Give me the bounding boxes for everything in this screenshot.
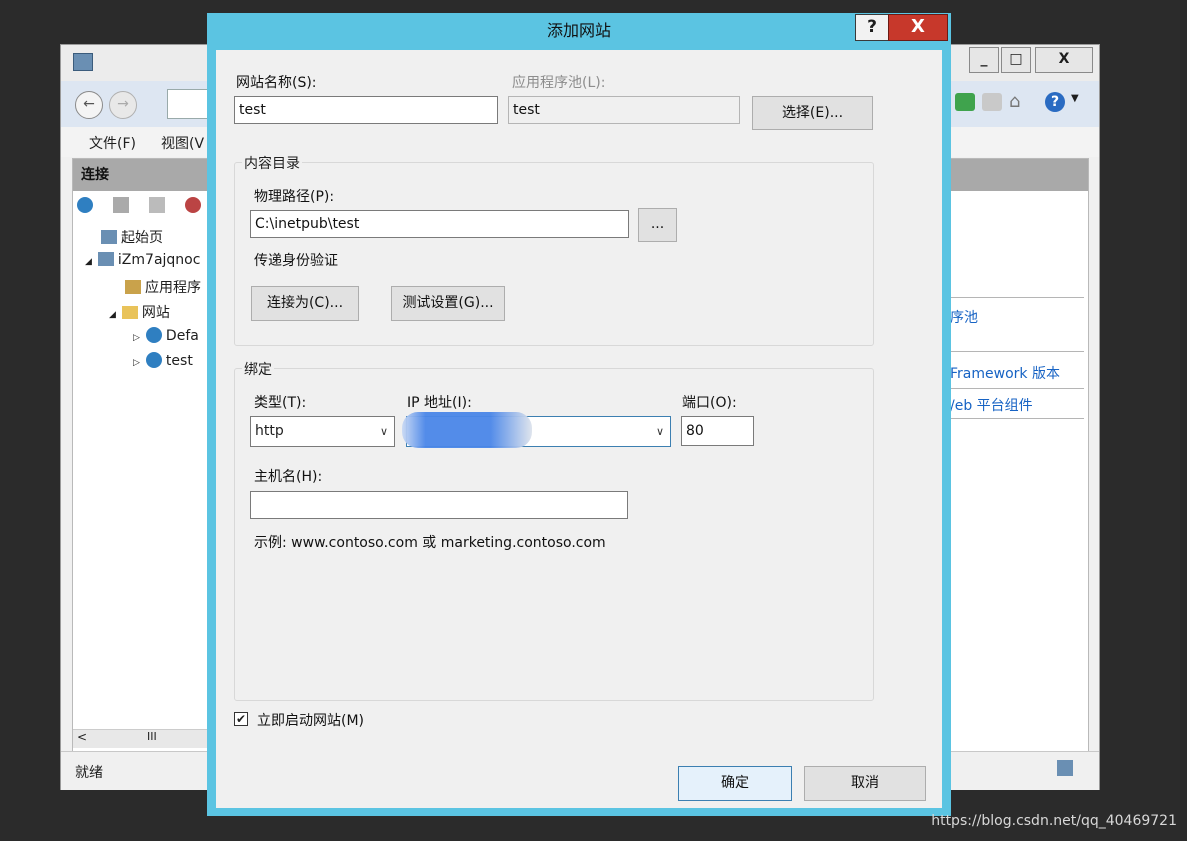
app-pool-icon [125, 280, 141, 294]
host-name-label: 主机名(H): [254, 469, 323, 485]
globe-icon [145, 352, 162, 368]
minimize-button[interactable]: _ [969, 47, 999, 73]
action-framework-version[interactable]: Framework 版本 [950, 363, 1060, 383]
status-text: 就绪 [75, 765, 103, 781]
host-name-input[interactable] [250, 491, 628, 519]
globe-icon[interactable] [77, 197, 93, 213]
passthrough-auth-label: 传递身份验证 [254, 253, 338, 269]
physical-path-label: 物理路径(P): [254, 189, 335, 205]
iis-app-icon [73, 53, 93, 71]
actions-panel: 序池 Framework 版本 /eb 平台组件 [949, 158, 1089, 770]
connect-as-button[interactable]: 连接为(C)... [251, 286, 359, 321]
action-web-platform[interactable]: /eb 平台组件 [950, 395, 1033, 415]
close-button[interactable]: X [888, 14, 948, 41]
type-label: 类型(T): [254, 395, 307, 411]
dialog-title: 添加网站 [546, 21, 611, 40]
window-close-button[interactable]: X [1035, 47, 1093, 73]
chevron-down-icon: ∨ [379, 425, 388, 438]
help-icon[interactable]: ? [1045, 92, 1065, 112]
back-arrow-icon[interactable]: ← [75, 91, 103, 119]
server-icon [1057, 760, 1073, 776]
ok-button[interactable]: 确定 [678, 766, 792, 801]
port-input[interactable] [681, 416, 754, 446]
connections-panel: 连接 起始页 ◢ iZm7ajqnoc 应用程序 ◢ 网站 ▷ Defa ▷ test … [72, 158, 214, 770]
cancel-button[interactable]: 取消 [804, 766, 926, 801]
globe-icon [145, 327, 162, 343]
scroll-thumb[interactable]: III [147, 730, 157, 743]
tree-item-app-pools[interactable]: 应用程序 [125, 277, 201, 297]
save-icon[interactable] [113, 197, 129, 213]
ip-address-label: IP 地址(I): [407, 395, 472, 411]
refresh-icon[interactable] [955, 93, 975, 111]
dialog-body: 网站名称(S): 应用程序池(L): 选择(E)... 内容目录 物理路径(P)… [216, 50, 942, 808]
browse-button[interactable]: ... [638, 208, 677, 242]
menu-file[interactable]: 文件(F) [89, 133, 136, 153]
start-now-checkbox[interactable]: ✔ [234, 712, 248, 726]
watermark: https://blog.csdn.net/qq_40469721 [931, 813, 1177, 829]
maximize-button[interactable]: □ [1001, 47, 1031, 73]
chevron-down-icon: ∨ [655, 425, 664, 438]
connections-toolbar [77, 195, 211, 217]
redacted-blur [402, 412, 532, 448]
expand-icon[interactable]: ◢ [85, 257, 92, 267]
start-now-label: 立即启动网站(M) [257, 713, 365, 729]
connections-header: 连接 [73, 159, 213, 191]
actions-header [950, 159, 1088, 191]
tree-item-default-site[interactable]: ▷ Defa [133, 327, 199, 344]
divider [950, 297, 1084, 298]
app-pool-label: 应用程序池(L): [512, 75, 606, 91]
folder-icon [121, 306, 138, 319]
scroll-left-icon[interactable]: < [77, 730, 87, 744]
select-app-pool-button[interactable]: 选择(E)... [752, 96, 873, 130]
site-name-label: 网站名称(S): [236, 75, 317, 91]
tree-item-sites[interactable]: ◢ 网站 [109, 302, 170, 322]
type-value: http [255, 423, 284, 439]
divider [950, 351, 1084, 352]
type-select[interactable]: http ∨ [250, 416, 395, 447]
disconnect-icon[interactable] [185, 197, 201, 213]
server-icon [101, 230, 117, 244]
collapse-icon[interactable]: ▷ [133, 333, 140, 343]
host-name-example: 示例: www.contoso.com 或 marketing.contoso.… [254, 535, 606, 551]
action-app-pools[interactable]: 序池 [950, 307, 978, 327]
app-pool-input [508, 96, 740, 124]
server-icon [97, 252, 114, 266]
test-settings-button[interactable]: 测试设置(G)... [391, 286, 505, 321]
physical-path-input[interactable] [250, 210, 629, 238]
tree-item-server[interactable]: ◢ iZm7ajqnoc [85, 252, 200, 268]
port-label: 端口(O): [682, 395, 737, 411]
expand-icon[interactable]: ◢ [109, 310, 116, 320]
tree-item-test-site[interactable]: ▷ test [133, 352, 193, 369]
stop-icon[interactable] [982, 93, 1002, 111]
add-website-dialog: 添加网站 ? X 网站名称(S): 应用程序池(L): 选择(E)... 内容目… [207, 13, 951, 816]
content-directory-title: 内容目录 [242, 153, 302, 173]
divider [950, 418, 1084, 419]
site-name-input[interactable] [234, 96, 498, 124]
divider [950, 388, 1084, 389]
help-button[interactable]: ? [855, 14, 889, 41]
chevron-down-icon[interactable]: ▼ [1071, 93, 1079, 104]
forward-arrow-icon[interactable]: → [109, 91, 137, 119]
collapse-icon[interactable]: ▷ [133, 358, 140, 368]
menu-view[interactable]: 视图(V [161, 133, 204, 153]
home-icon[interactable]: ⌂ [1009, 91, 1029, 112]
up-icon[interactable] [149, 197, 165, 213]
horizontal-scrollbar[interactable]: < III [73, 729, 211, 748]
binding-title: 绑定 [242, 359, 274, 379]
tree-item-start[interactable]: 起始页 [101, 227, 163, 247]
